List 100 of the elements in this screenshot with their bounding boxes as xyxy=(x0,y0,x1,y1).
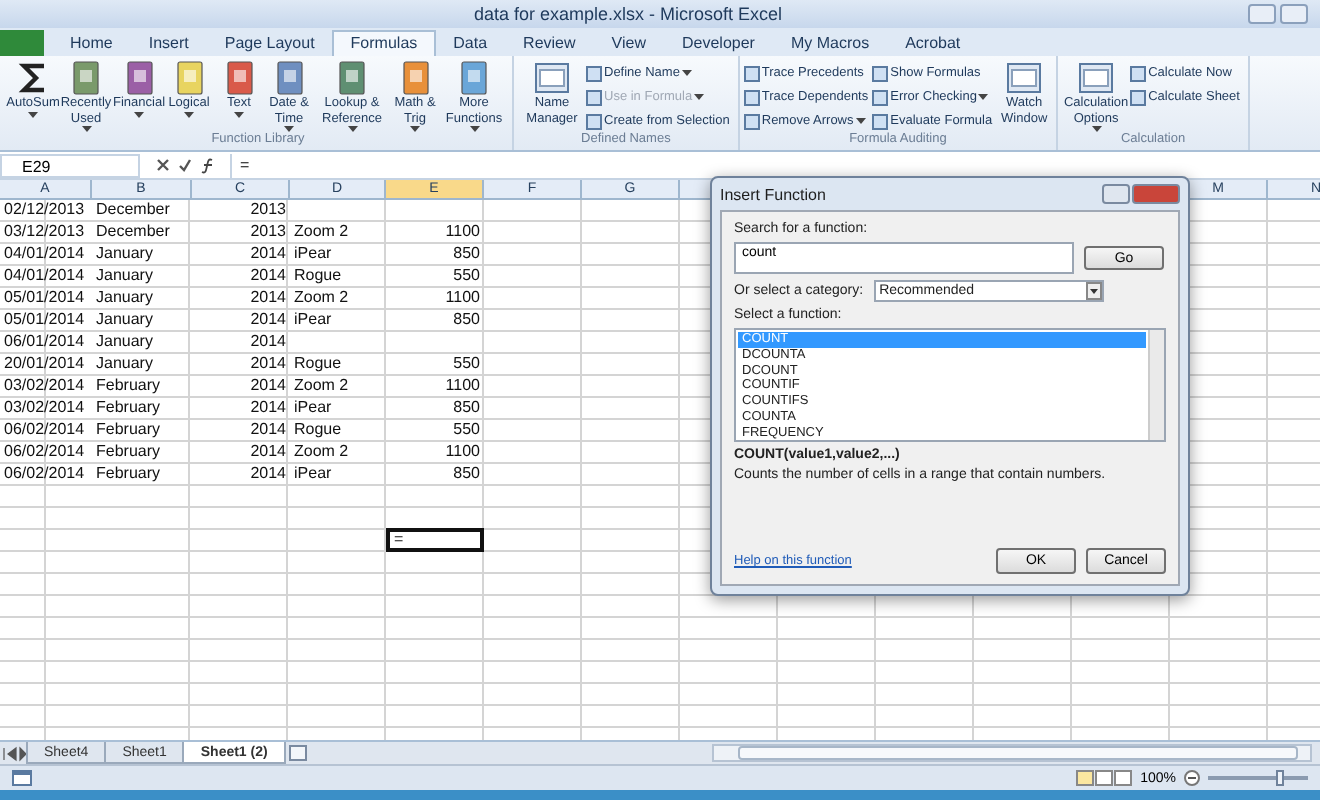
table-cell-text: 2013 xyxy=(248,200,288,222)
maximize-button[interactable] xyxy=(1280,4,1308,24)
table-cell-text: 1100 xyxy=(443,288,482,310)
table-cell-text: 850 xyxy=(451,464,482,486)
function-icon[interactable] xyxy=(199,157,215,173)
table-cell-text: 550 xyxy=(451,420,482,442)
table-cell-text: 550 xyxy=(451,266,482,288)
table-cell-text: 2014 xyxy=(248,442,288,464)
table-cell-text: 850 xyxy=(451,310,482,332)
ribbon-tab[interactable]: Developer xyxy=(663,30,773,56)
table-cell-text: Zoom 2 xyxy=(292,442,351,464)
window-title: data for example.xlsx - Microsoft Excel xyxy=(471,4,785,24)
table-cell-text: February xyxy=(94,376,163,398)
table-cell-text: iPear xyxy=(292,398,334,420)
table-cell-text: January xyxy=(94,244,155,266)
table-cell-text: February xyxy=(94,398,163,420)
table-cell-text: 550 xyxy=(451,354,482,376)
book-icon xyxy=(458,60,490,96)
active-cell[interactable]: = xyxy=(386,528,484,552)
table-cell-text: 06/01/2014 xyxy=(2,332,87,354)
table-cell-text: Rogue xyxy=(292,354,344,376)
tab-nav-icon[interactable] xyxy=(0,745,28,761)
book-icon xyxy=(70,60,102,96)
window-icon xyxy=(534,60,570,96)
ribbon-tab[interactable]: View xyxy=(593,30,664,56)
book-icon xyxy=(399,60,431,96)
dropdown-icon xyxy=(1085,282,1102,300)
table-cell-text: January xyxy=(94,266,155,288)
table-cell-text: iPear xyxy=(292,310,334,332)
sigma-icon xyxy=(17,60,49,96)
book-icon xyxy=(173,60,205,96)
new-sheet-icon[interactable] xyxy=(285,744,310,762)
book-icon xyxy=(336,60,368,96)
table-cell-text: 05/01/2014 xyxy=(2,288,87,310)
page-view-icon[interactable] xyxy=(1076,770,1133,786)
table-cell-text: 2013 xyxy=(248,222,288,244)
table-cell-text: 06/02/2014 xyxy=(2,442,87,464)
cancel-icon[interactable] xyxy=(155,158,169,172)
table-cell-text: 2014 xyxy=(248,398,288,420)
table-cell-text: 04/01/2014 xyxy=(2,266,87,288)
vertical-scrollbar[interactable] xyxy=(1148,330,1164,440)
ribbon-tab[interactable]: Home xyxy=(52,30,131,56)
table-cell-text: January xyxy=(94,288,155,310)
check-icon[interactable] xyxy=(177,158,191,172)
table-cell-text: January xyxy=(94,310,155,332)
help-button[interactable] xyxy=(1102,184,1130,204)
table-cell-text: 05/01/2014 xyxy=(2,310,87,332)
ribbon-tab[interactable]: Insert xyxy=(130,30,207,56)
table-cell-text: iPear xyxy=(292,244,334,266)
table-cell-text: 06/02/2014 xyxy=(2,464,87,486)
table-cell-text: 2014 xyxy=(248,464,288,486)
book-icon xyxy=(223,60,255,96)
table-cell-text: 02/12/2013 xyxy=(2,200,87,222)
table-cell-text: 20/01/2014 xyxy=(2,354,87,376)
table-cell-text: February xyxy=(94,420,163,442)
table-cell-text: 1100 xyxy=(443,376,482,398)
table-cell-text: 06/02/2014 xyxy=(2,420,87,442)
dialog-title: Insert Function xyxy=(720,185,828,203)
macro-record-icon[interactable] xyxy=(12,770,32,786)
window-icon xyxy=(1006,60,1043,96)
table-cell-text: 2014 xyxy=(248,310,288,332)
table-cell-text: January xyxy=(94,332,155,354)
table-cell-text: 03/02/2014 xyxy=(2,376,87,398)
table-cell-text: December xyxy=(94,200,172,222)
table-cell-text: December xyxy=(94,222,172,244)
zoom-out-icon[interactable] xyxy=(1184,770,1200,786)
ribbon-tab[interactable]: Review xyxy=(505,30,594,56)
table-cell-text: Rogue xyxy=(292,420,344,442)
close-button[interactable] xyxy=(1132,184,1180,204)
table-cell-text: Zoom 2 xyxy=(292,376,351,398)
table-cell-text: 2014 xyxy=(248,266,288,288)
table-cell-text: 2014 xyxy=(248,376,288,398)
table-cell-text: 2014 xyxy=(248,420,288,442)
table-cell-text: January xyxy=(94,354,155,376)
minimize-button[interactable] xyxy=(1248,4,1276,24)
ribbon-tab[interactable]: Acrobat xyxy=(887,30,979,56)
ribbon-tab[interactable]: Page Layout xyxy=(206,30,333,56)
table-cell-text: Zoom 2 xyxy=(292,222,351,244)
book-icon xyxy=(273,60,305,96)
table-cell-text: 2014 xyxy=(248,332,288,354)
table-cell-text: 03/12/2013 xyxy=(2,222,87,244)
table-cell-text: February xyxy=(94,464,163,486)
table-cell-text: 1100 xyxy=(443,442,482,464)
table-cell-text: 1100 xyxy=(443,222,482,244)
ribbon-tab[interactable]: My Macros xyxy=(772,30,888,56)
window-icon xyxy=(1078,60,1115,96)
table-cell-text: 04/01/2014 xyxy=(2,244,87,266)
ribbon-tab[interactable]: Data xyxy=(435,30,506,56)
zoom-slider-thumb[interactable] xyxy=(1276,770,1284,786)
ribbon-tab[interactable]: Formulas xyxy=(332,30,436,56)
table-cell-text: Rogue xyxy=(292,266,344,288)
table-cell-text: 850 xyxy=(451,398,482,420)
table-cell-text: February xyxy=(94,442,163,464)
horizontal-scrollbar[interactable] xyxy=(712,744,1312,762)
table-cell-text: 2014 xyxy=(248,354,288,376)
table-cell-text: 2014 xyxy=(248,244,288,266)
table-cell-text: iPear xyxy=(292,464,334,486)
book-icon xyxy=(123,60,155,96)
table-cell-text: Zoom 2 xyxy=(292,288,351,310)
name-box[interactable]: E29 xyxy=(0,153,140,177)
